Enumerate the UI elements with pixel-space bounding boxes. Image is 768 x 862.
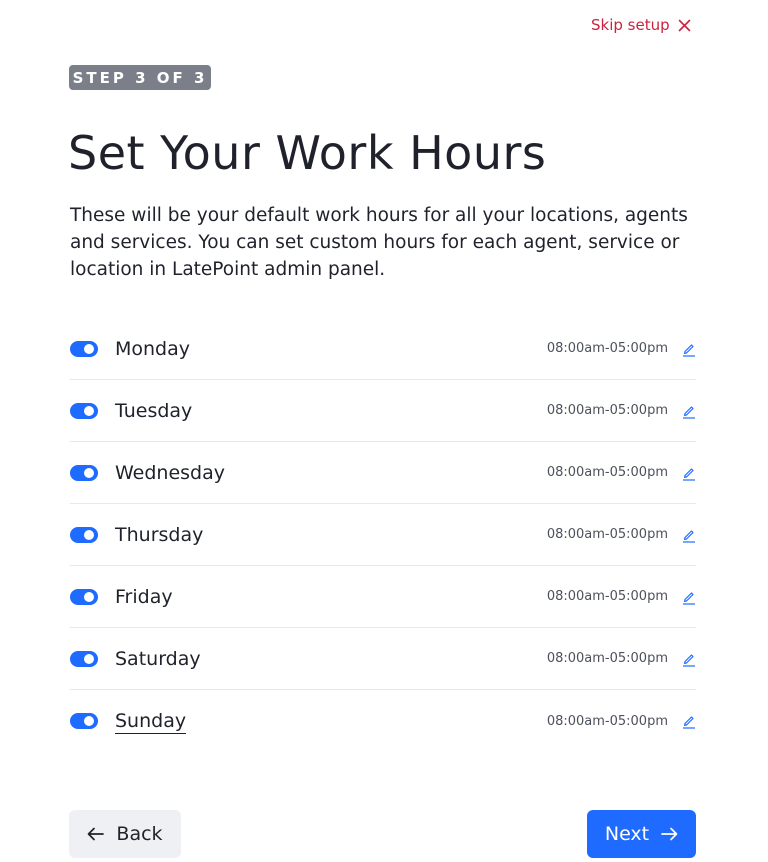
day-toggle-tuesday[interactable] bbox=[70, 402, 98, 419]
day-name: Thursday bbox=[115, 523, 204, 546]
pencil-icon[interactable] bbox=[682, 403, 696, 419]
day-hours: 08:00am-05:00pm bbox=[546, 651, 668, 666]
back-button-label: Back bbox=[116, 823, 163, 845]
work-days-list: Monday 08:00am-05:00pm Tuesday 08:00am-0… bbox=[70, 318, 696, 752]
day-name: Saturday bbox=[115, 647, 201, 670]
step-badge: STEP 3 OF 3 bbox=[69, 65, 211, 90]
day-toggle-monday[interactable] bbox=[70, 340, 98, 357]
skip-setup-label: Skip setup bbox=[591, 16, 670, 34]
day-hours: 08:00am-05:00pm bbox=[546, 465, 668, 480]
arrow-right-icon bbox=[661, 827, 678, 841]
next-button-label: Next bbox=[604, 823, 650, 845]
day-row-wednesday: Wednesday 08:00am-05:00pm bbox=[70, 442, 696, 504]
day-toggle-saturday[interactable] bbox=[70, 650, 98, 667]
day-toggle-sunday[interactable] bbox=[70, 713, 98, 729]
day-hours: 08:00am-05:00pm bbox=[546, 527, 668, 542]
back-button[interactable]: Back bbox=[69, 810, 181, 858]
arrow-left-icon bbox=[88, 827, 105, 841]
page-title: Set Your Work Hours bbox=[68, 126, 547, 180]
close-icon bbox=[678, 19, 690, 31]
day-hours: 08:00am-05:00pm bbox=[546, 589, 668, 604]
day-hours: 08:00am-05:00pm bbox=[546, 403, 668, 418]
day-name: Friday bbox=[115, 585, 173, 608]
day-name: Sunday bbox=[115, 710, 187, 734]
day-hours: 08:00am-05:00pm bbox=[546, 341, 668, 356]
pencil-icon[interactable] bbox=[682, 465, 696, 481]
day-name: Monday bbox=[115, 337, 191, 360]
work-hours-setup-page: Skip setup STEP 3 OF 3 Set Your Work Hou… bbox=[0, 0, 768, 862]
page-description: These will be your default work hours fo… bbox=[70, 205, 688, 280]
day-row-thursday: Thursday 08:00am-05:00pm bbox=[70, 504, 696, 566]
day-name: Wednesday bbox=[115, 461, 226, 484]
day-row-sunday: Sunday 08:00am-05:00pm bbox=[70, 690, 696, 752]
next-button[interactable]: Next bbox=[587, 810, 696, 858]
day-row-friday: Friday 08:00am-05:00pm bbox=[70, 566, 696, 628]
pencil-icon[interactable] bbox=[682, 651, 696, 667]
day-row-tuesday: Tuesday 08:00am-05:00pm bbox=[70, 380, 696, 442]
day-hours: 08:00am-05:00pm bbox=[546, 713, 668, 729]
pencil-icon[interactable] bbox=[682, 341, 696, 357]
day-toggle-wednesday[interactable] bbox=[70, 464, 98, 481]
day-toggle-friday[interactable] bbox=[70, 588, 98, 605]
pencil-icon[interactable] bbox=[682, 527, 696, 543]
day-name: Tuesday bbox=[115, 399, 193, 422]
pencil-icon[interactable] bbox=[682, 713, 696, 729]
day-row-monday: Monday 08:00am-05:00pm bbox=[70, 318, 696, 380]
day-row-saturday: Saturday 08:00am-05:00pm bbox=[70, 628, 696, 690]
day-toggle-thursday[interactable] bbox=[70, 526, 98, 543]
skip-setup-link[interactable]: Skip setup bbox=[591, 14, 691, 36]
pencil-icon[interactable] bbox=[682, 589, 696, 605]
